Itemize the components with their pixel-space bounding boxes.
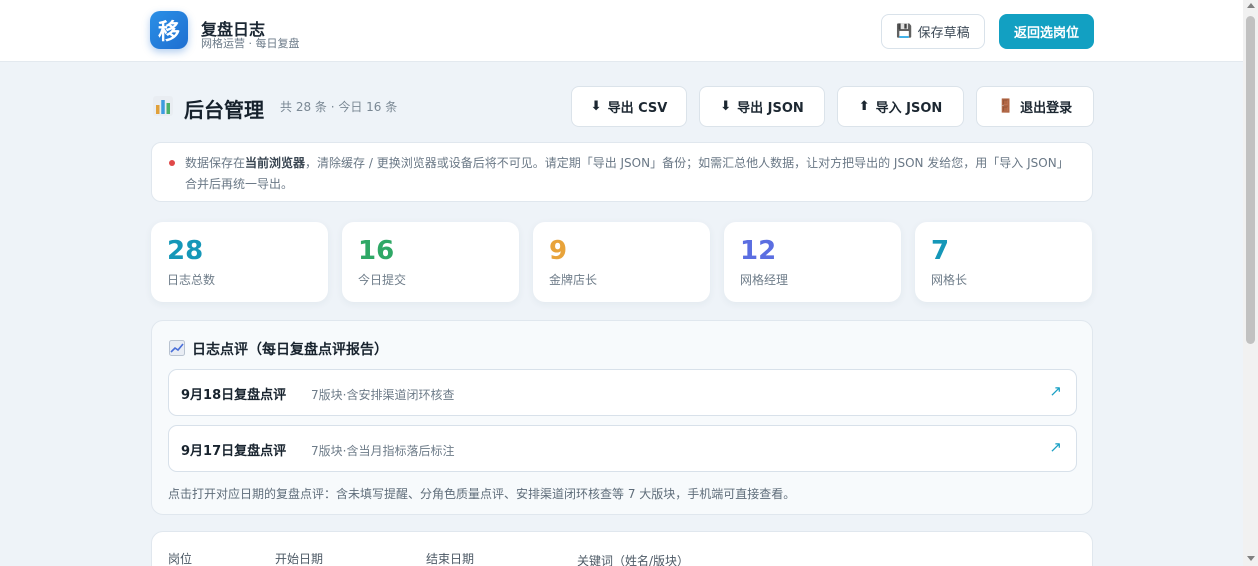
review-panel: 日志点评（每日复盘点评报告） 9月18日复盘点评 7版块·含安排渠道闭环核查 ↗… bbox=[151, 320, 1093, 515]
scroll-up-icon[interactable] bbox=[1247, 3, 1255, 8]
stat-card-gold-manager: 9 金牌店长 bbox=[533, 222, 710, 302]
review-footnote: 点击打开对应日期的复盘点评：含未填写提醒、分角色质量点评、安排渠道闭环核查等 7… bbox=[168, 487, 796, 501]
filter-end-date-label: 结束日期 bbox=[426, 552, 475, 566]
stat-value: 16 bbox=[358, 236, 395, 266]
logout-label: 退出登录 bbox=[1020, 101, 1073, 116]
top-bar: 移 复盘日志 网格运营 · 每日复盘 💾 保存草稿 返回选岗位 bbox=[0, 0, 1243, 62]
export-json-button[interactable]: ⬇ 导出 JSON bbox=[699, 86, 825, 127]
stat-label: 网格经理 bbox=[740, 273, 789, 287]
alert-dot-icon bbox=[169, 160, 175, 166]
open-external-icon[interactable]: ↗ bbox=[1049, 382, 1062, 400]
stat-value: 28 bbox=[167, 236, 204, 266]
storage-notice: 数据保存在当前浏览器，清除缓存 / 更换浏览器或设备后将不可见。请定期「导出 J… bbox=[151, 142, 1093, 202]
export-csv-button[interactable]: ⬇ 导出 CSV bbox=[571, 86, 687, 127]
download-icon: ⬇ bbox=[720, 99, 732, 114]
stat-card-grid-manager: 12 网格经理 bbox=[724, 222, 901, 302]
export-json-label: 导出 JSON bbox=[737, 101, 804, 116]
review-item[interactable]: 9月17日复盘点评 7版块·含当月指标落后标注 ↗ bbox=[168, 425, 1077, 472]
review-desc: 7版块·含安排渠道闭环核查 bbox=[311, 388, 455, 402]
save-draft-label: 保存草稿 bbox=[917, 26, 970, 41]
import-json-button[interactable]: ⬆ 导入 JSON bbox=[837, 86, 964, 127]
floppy-disk-icon: 💾 bbox=[896, 24, 913, 39]
export-csv-label: 导出 CSV bbox=[607, 101, 668, 116]
save-draft-button[interactable]: 💾 保存草稿 bbox=[881, 14, 985, 49]
stat-label: 日志总数 bbox=[167, 273, 216, 287]
logout-button[interactable]: 🚪 退出登录 bbox=[976, 86, 1094, 127]
filter-role-label: 岗位 bbox=[168, 552, 193, 566]
scroll-down-icon[interactable] bbox=[1247, 556, 1255, 561]
notice-text: 数据保存在当前浏览器，清除缓存 / 更换浏览器或设备后将不可见。请定期「导出 J… bbox=[185, 156, 1069, 191]
review-title: 日志点评（每日复盘点评报告） bbox=[192, 342, 388, 358]
door-icon: 🚪 bbox=[997, 99, 1015, 114]
stat-value: 12 bbox=[740, 236, 777, 266]
stat-label: 今日提交 bbox=[358, 273, 407, 287]
stat-label: 金牌店长 bbox=[549, 273, 598, 287]
scrollbar-thumb[interactable] bbox=[1246, 16, 1255, 344]
filter-keyword-label: 关键词（姓名/版块） bbox=[577, 554, 690, 566]
download-icon: ⬇ bbox=[590, 99, 602, 114]
review-date: 9月18日复盘点评 bbox=[181, 388, 287, 403]
app-subtitle: 网格运营 · 每日复盘 bbox=[201, 37, 300, 50]
trend-chart-icon bbox=[169, 340, 185, 356]
import-json-label: 导入 JSON bbox=[875, 101, 943, 116]
bar-chart-icon bbox=[153, 96, 173, 116]
log-count: 共 28 条 · 今日 16 条 bbox=[280, 100, 398, 114]
open-external-icon[interactable]: ↗ bbox=[1049, 438, 1062, 456]
stat-label: 网格长 bbox=[931, 273, 968, 287]
page-title: 后台管理 bbox=[184, 98, 264, 122]
stat-value: 9 bbox=[549, 236, 568, 266]
review-date: 9月17日复盘点评 bbox=[181, 444, 287, 459]
stat-card-today: 16 今日提交 bbox=[342, 222, 519, 302]
filter-start-date-label: 开始日期 bbox=[275, 552, 324, 566]
stat-card-grid-head: 7 网格长 bbox=[915, 222, 1092, 302]
upload-icon: ⬆ bbox=[858, 99, 870, 114]
back-to-role-button[interactable]: 返回选岗位 bbox=[999, 14, 1094, 49]
page-scrollbar[interactable] bbox=[1243, 0, 1258, 566]
stat-value: 7 bbox=[931, 236, 950, 266]
review-desc: 7版块·含当月指标落后标注 bbox=[311, 444, 455, 458]
filter-panel: 岗位 开始日期 结束日期 关键词（姓名/版块） bbox=[151, 531, 1093, 566]
app-logo: 移 bbox=[150, 11, 188, 49]
stat-card-total: 28 日志总数 bbox=[151, 222, 328, 302]
review-item[interactable]: 9月18日复盘点评 7版块·含安排渠道闭环核查 ↗ bbox=[168, 369, 1077, 416]
